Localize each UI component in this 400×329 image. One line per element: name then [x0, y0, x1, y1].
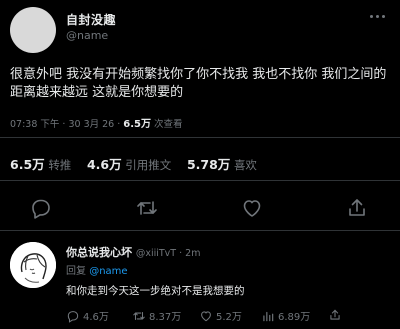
reply-share-action[interactable] — [328, 308, 342, 322]
reply-avatar[interactable] — [10, 242, 56, 288]
view-label: 次查看 — [151, 119, 183, 130]
more-options-icon[interactable] — [368, 11, 388, 21]
reply-reply-count: 4.6万 — [83, 312, 109, 323]
divider — [0, 180, 400, 181]
like-count[interactable]: 5.78万 — [187, 157, 230, 172]
like-label[interactable]: 喜欢 — [234, 158, 257, 172]
like-icon[interactable] — [240, 196, 264, 220]
view-count: 6.5万 — [123, 119, 151, 130]
divider — [0, 230, 400, 231]
reply-icon — [67, 310, 79, 323]
tweet-stats: 6.5万 转推 4.6万 引用推文 5.78万 喜欢 — [10, 154, 269, 173]
reply-views-action[interactable]: 6.89万 — [261, 308, 310, 323]
reply-actions: 4.6万 8.37万 5.2万 6.89万 — [66, 308, 396, 324]
retweet-icon — [133, 311, 145, 320]
reply-retweet-action[interactable]: 8.37万 — [132, 308, 181, 323]
reply-reply-action[interactable]: 4.6万 — [66, 308, 109, 323]
reply-text: 和你走到今天这一步绝对不是我想要的 — [66, 285, 245, 297]
tweet-timestamp: 07:38 下午 · 30 3月 26 · — [10, 119, 124, 130]
reply-author-handle[interactable]: @xiiiTvT · 2m — [136, 248, 201, 259]
reply-view-count: 6.89万 — [278, 312, 311, 323]
retweet-icon[interactable] — [135, 196, 159, 220]
tweet-text: 很意外吧 我没有开始频繁找你了你不找我 我也不找你 我们之间的距离越来越远 这就… — [10, 67, 387, 100]
anime-avatar-image — [10, 242, 56, 288]
author-handle[interactable]: @name — [66, 29, 108, 42]
retweet-label[interactable]: 转推 — [48, 158, 71, 172]
author-name[interactable]: 自封没趣 — [66, 11, 116, 28]
reply-icon[interactable] — [29, 196, 53, 220]
reply-like-count: 5.2万 — [216, 312, 242, 323]
views-icon — [263, 311, 274, 321]
replying-to-label: 回复 — [66, 266, 90, 277]
reply-author: 你总说我心坏 @xiiiTvT · 2m — [66, 244, 200, 260]
reply-retweet-count: 8.37万 — [149, 312, 182, 323]
replying-to-mention[interactable]: @name — [89, 266, 127, 277]
reply-author-name[interactable]: 你总说我心坏 — [66, 246, 132, 259]
divider — [0, 137, 400, 138]
like-icon — [201, 310, 211, 321]
reply-like-action[interactable]: 5.2万 — [199, 308, 242, 323]
tweet-meta: 07:38 下午 · 30 3月 26 · 6.5万 次查看 — [10, 115, 183, 130]
author-avatar[interactable] — [10, 7, 56, 53]
replying-to: 回复 @name — [66, 262, 128, 277]
retweet-count[interactable]: 6.5万 — [10, 157, 45, 172]
share-icon[interactable] — [345, 196, 369, 220]
quote-count[interactable]: 4.6万 — [87, 157, 122, 172]
quote-label[interactable]: 引用推文 — [125, 158, 171, 172]
share-icon — [330, 309, 340, 320]
